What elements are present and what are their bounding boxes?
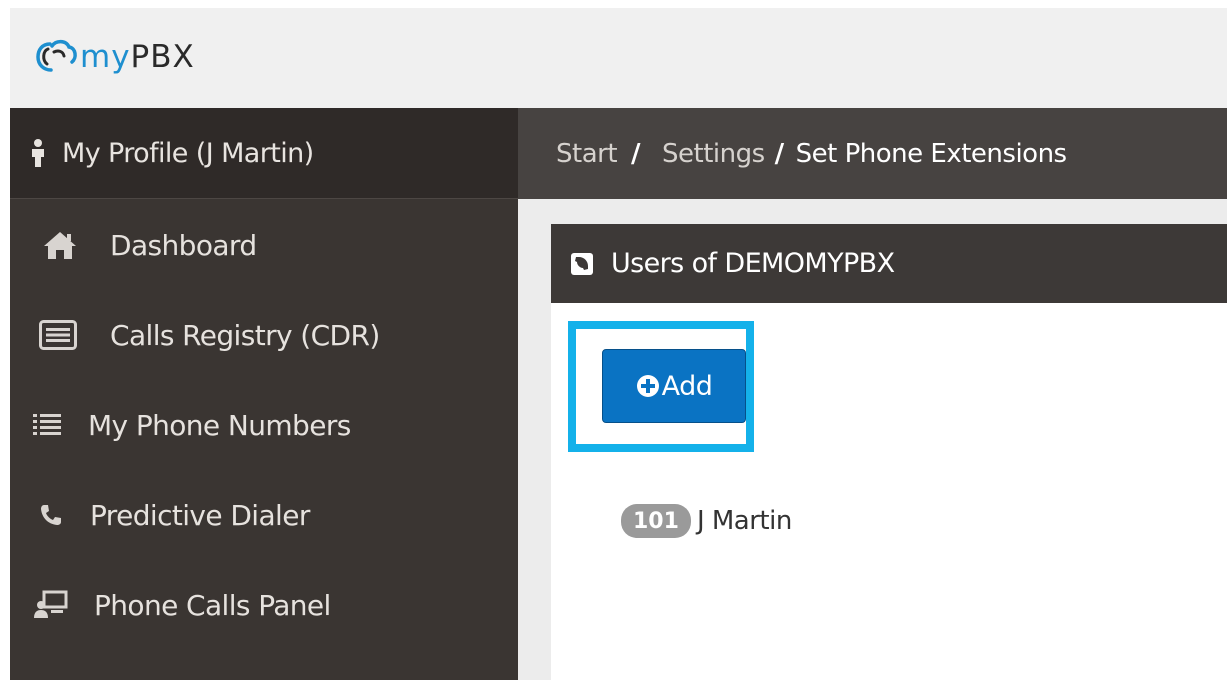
sidebar-item-label: Dashboard — [110, 228, 257, 262]
app-window: myPBX My Profile (J Martin) Dashboard Ca… — [10, 8, 1227, 680]
profile-label: My Profile (J Martin) — [62, 137, 314, 169]
sidebar-nav: Dashboard Calls Registry (CDR) My Phone … — [10, 200, 518, 650]
users-panel: Users of DEMOMYPBX Add 101 J Martin — [551, 224, 1227, 680]
logo-wordmark: myPBX — [80, 36, 195, 78]
sidebar: My Profile (J Martin) Dashboard Calls Re… — [10, 108, 518, 680]
user-name: J Martin — [696, 506, 792, 536]
sidebar-item-phone-calls-panel[interactable]: Phone Calls Panel — [10, 560, 518, 650]
list-card-icon — [38, 320, 78, 350]
add-button[interactable]: Add — [602, 349, 746, 423]
breadcrumb-start[interactable]: Start — [556, 139, 618, 169]
sidebar-item-predictive-dialer[interactable]: Predictive Dialer — [10, 470, 518, 560]
add-button-label: Add — [661, 370, 713, 402]
logo-text-pbx: PBX — [130, 39, 195, 75]
plus-circle-icon — [636, 375, 659, 397]
top-header: myPBX — [10, 8, 1227, 108]
phone-icon — [36, 503, 66, 527]
breadcrumb-separator: / — [631, 138, 641, 169]
breadcrumb-settings[interactable]: Settings — [662, 139, 765, 169]
breadcrumb: Start / Settings / Set Phone Extensions — [518, 108, 1227, 199]
logo-text-my: my — [80, 39, 131, 75]
panel-title: Users of DEMOMYPBX — [611, 248, 895, 279]
sidebar-item-phone-numbers[interactable]: My Phone Numbers — [10, 380, 518, 470]
extension-badge: 101 — [621, 504, 691, 538]
sidebar-item-label: Calls Registry (CDR) — [110, 318, 380, 352]
sidebar-item-label: Predictive Dialer — [90, 498, 310, 532]
panel-header: Users of DEMOMYPBX — [551, 224, 1227, 303]
sidebar-profile[interactable]: My Profile (J Martin) — [10, 108, 518, 199]
logo[interactable]: myPBX — [36, 32, 195, 82]
person-icon — [32, 139, 44, 167]
users-screen-icon — [32, 590, 70, 620]
sidebar-item-dashboard[interactable]: Dashboard — [10, 200, 518, 290]
sidebar-item-label: Phone Calls Panel — [94, 588, 331, 622]
logo-cloud-icon — [36, 39, 77, 72]
sidebar-item-label: My Phone Numbers — [88, 408, 351, 442]
main-content: Start / Settings / Set Phone Extensions … — [518, 108, 1227, 680]
numbered-list-icon — [32, 412, 62, 438]
breadcrumb-current: Set Phone Extensions — [795, 138, 1067, 169]
sidebar-item-calls-registry[interactable]: Calls Registry (CDR) — [10, 290, 518, 380]
user-list-item[interactable]: 101 J Martin — [621, 504, 792, 538]
breadcrumb-separator: / — [774, 138, 785, 169]
home-icon — [40, 230, 80, 260]
add-button-highlight: Add — [568, 321, 754, 452]
phone-square-icon — [571, 252, 593, 275]
